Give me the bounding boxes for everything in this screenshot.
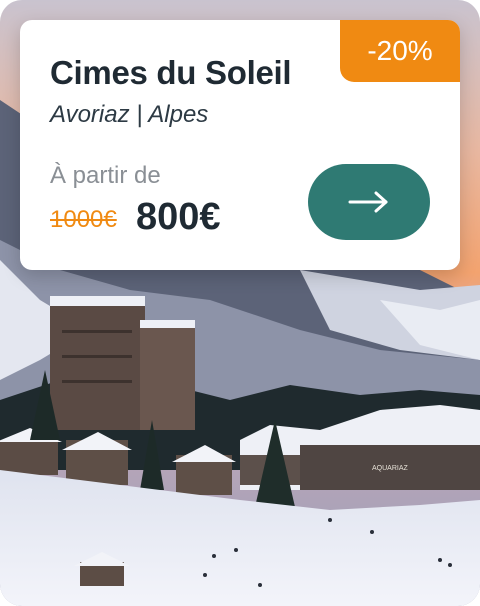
resort-location: Avoriaz | Alpes [50,101,209,128]
offer-info-panel: -20% Cimes du Soleil Avoriaz | Alpes À p… [20,20,460,270]
old-price: 1000€ [50,206,117,233]
price-from-label: À partir de [50,162,161,189]
arrow-right-icon [348,191,388,213]
discount-badge: -20% [340,20,460,82]
view-offer-button[interactable] [308,164,430,240]
resort-offer-card[interactable]: AQUARIAZ -20% Cimes du Soleil Avoriaz | … [0,0,480,606]
resort-title: Cimes du Soleil [50,54,292,91]
new-price: 800€ [136,196,221,238]
hotel-sign: AQUARIAZ [372,465,409,472]
